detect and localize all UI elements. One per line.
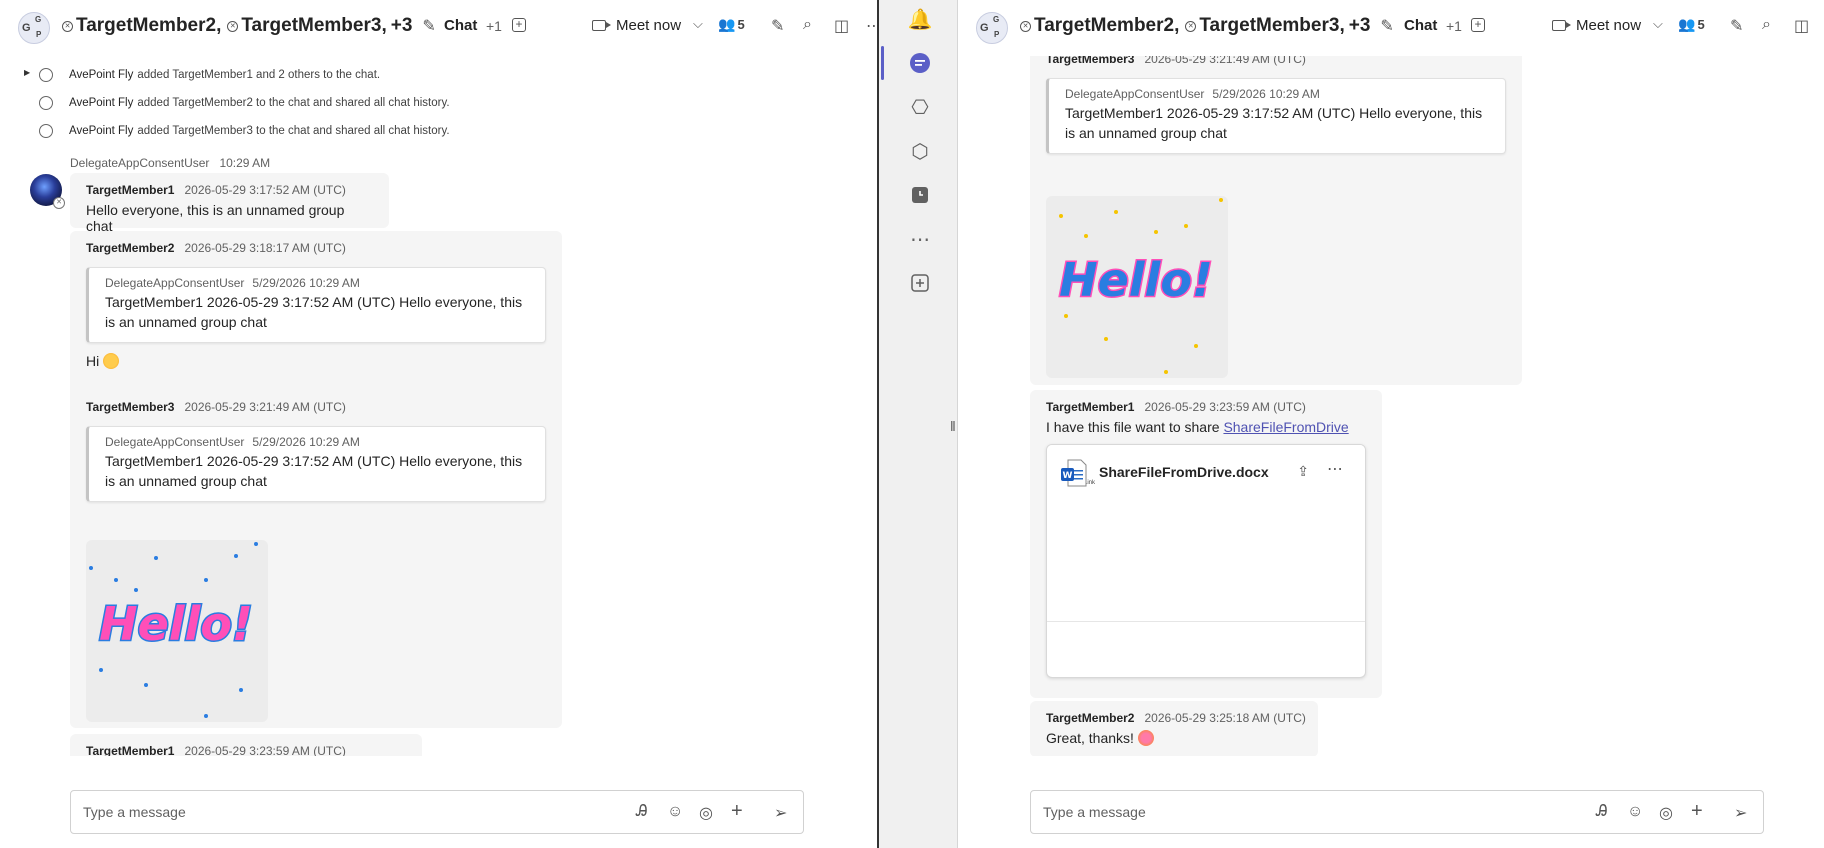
group-avatar[interactable]: G G P — [976, 12, 1008, 44]
add-member-icon — [39, 124, 53, 138]
search-icon[interactable]: ⌕ — [803, 16, 812, 34]
hugging-emoji-icon — [103, 353, 120, 369]
message-bubble[interactable]: TargetMember2 2026-05-29 3:25:18 AM (UTC)… — [1030, 701, 1318, 756]
participants-button[interactable]: 👥 5 — [718, 16, 745, 33]
add-tab-icon[interactable]: + — [1471, 18, 1485, 32]
format-icon[interactable]: Ꭿ — [636, 803, 648, 821]
quoted-message[interactable]: DelegateAppConsentUser 5/29/2026 10:29 AM… — [86, 426, 546, 502]
copilot-icon[interactable]: ⎔ — [905, 92, 935, 122]
meet-now-button[interactable]: Meet now — [592, 17, 681, 34]
tab-chat[interactable]: Chat — [1404, 17, 1437, 34]
sender-header: DelegateAppConsentUser 10:29 AM — [70, 156, 271, 170]
external-user-icon: ✕ — [62, 20, 73, 32]
message-composer[interactable]: Type a message Ꭿ ☺ ◎ + ➢ — [1030, 790, 1764, 834]
external-badge-icon: ✕ — [53, 197, 65, 209]
participants-button[interactable]: 👥 5 — [1678, 16, 1705, 33]
external-user-icon: ✕ — [227, 20, 239, 32]
emoji-icon[interactable]: ☺ — [1627, 803, 1643, 821]
calendar-icon[interactable] — [905, 180, 935, 210]
people-icon: 👥 — [1678, 16, 1696, 32]
message-bubble[interactable]: TargetMember1 2026-05-29 3:23:59 AM (UTC) — [70, 734, 422, 756]
pop-out-icon[interactable]: ✎ — [1730, 16, 1743, 36]
search-icon[interactable]: ⌕ — [1762, 16, 1771, 34]
svg-text:Hello!: Hello! — [1059, 253, 1213, 307]
file-name: ShareFileFromDrive.docx — [1099, 464, 1269, 480]
loop-icon[interactable]: ◎ — [1659, 803, 1673, 823]
quoted-message[interactable]: DelegateAppConsentUser 5/29/2026 10:29 AM… — [86, 267, 546, 343]
more-apps-icon[interactable]: ⋯ — [905, 224, 935, 254]
hello-sticker[interactable]: Hello! — [86, 540, 268, 722]
chat-title[interactable]: ✕ TargetMember2, ✕ TargetMember3, +3 ✎ — [60, 15, 436, 37]
expand-caret-icon[interactable]: ▶ — [24, 68, 30, 77]
loop-icon[interactable]: ◎ — [699, 803, 713, 823]
add-icon[interactable]: + — [1691, 800, 1703, 823]
chat-header: G G P ✕ TargetMember2, ✕ TargetMember3, … — [0, 0, 877, 56]
heart-emoji-icon — [1137, 730, 1154, 746]
side-panel-icon[interactable]: ◫ — [1794, 16, 1809, 36]
add-tab-icon[interactable]: + — [512, 18, 526, 32]
chat-header: G G P ✕ TargetMember2, ✕ TargetMember3, … — [958, 0, 1824, 56]
file-link[interactable]: ShareFileFromDrive — [1223, 419, 1348, 435]
svg-text:Hello!: Hello! — [99, 597, 253, 651]
avatar[interactable]: ✕ — [30, 174, 65, 209]
chevron-down-icon[interactable]: ⌵ — [1653, 16, 1663, 32]
video-camera-icon — [592, 20, 611, 31]
add-member-icon — [39, 68, 53, 82]
app-rail: 🔔 ⎔ ⬡ ⋯ — [877, 0, 958, 848]
pop-out-icon[interactable]: ✎ — [771, 16, 784, 36]
message-list[interactable]: TargetMember3 2026-05-29 3:21:49 AM (UTC)… — [958, 56, 1824, 756]
message-list[interactable]: ▶ AvePoint Fly added TargetMember1 and 2 … — [0, 56, 877, 756]
system-event: AvePoint Fly added TargetMember2 to the c… — [39, 96, 450, 110]
chat-icon[interactable] — [905, 48, 935, 78]
message-composer[interactable]: Type a message Ꭿ ☺ ◎ + ➢ — [70, 790, 804, 834]
add-apps-icon[interactable] — [905, 268, 935, 298]
tab-chat[interactable]: Chat — [444, 17, 477, 34]
video-camera-icon — [1552, 20, 1571, 31]
chat-pane-right: G G P ✕ TargetMember2, ✕ TargetMember3, … — [958, 0, 1824, 848]
pane-splitter-icon[interactable]: ‖ — [950, 418, 956, 434]
more-options-icon[interactable]: ⋯ — [866, 16, 877, 36]
emoji-icon[interactable]: ☺ — [667, 803, 683, 821]
external-user-icon: ✕ — [1185, 20, 1197, 32]
edit-pencil-icon[interactable]: ✎ — [422, 16, 435, 36]
send-icon[interactable]: ➢ — [774, 803, 787, 823]
more-options-icon[interactable]: ⋯ — [1327, 459, 1343, 479]
message-bubble[interactable]: TargetMember1 2026-05-29 3:17:52 AM (UTC)… — [70, 173, 389, 234]
chevron-down-icon[interactable]: ⌵ — [693, 16, 703, 32]
more-tabs[interactable]: +1 — [1446, 18, 1462, 34]
system-event: AvePoint Fly added TargetMember1 and 2 ot… — [39, 68, 380, 82]
add-icon[interactable]: + — [731, 800, 743, 823]
file-card[interactable]: Link W ShareFileFromDrive.docx ⇪ ⋯ — [1046, 444, 1366, 678]
svg-text:W: W — [1063, 471, 1073, 481]
sticker-graphic: Hello! — [1058, 198, 1223, 374]
system-event: AvePoint Fly added TargetMember3 to the c… — [39, 124, 450, 138]
word-file-icon: W — [1061, 459, 1087, 487]
teams-app-icon[interactable]: ⬡ — [905, 136, 935, 166]
chat-pane-left: G G P ✕ TargetMember2, ✕ TargetMember3, … — [0, 0, 877, 848]
quoted-message[interactable]: DelegateAppConsentUser 5/29/2026 10:29 AM… — [1046, 78, 1506, 154]
group-avatar[interactable]: G G P — [18, 12, 50, 44]
side-panel-icon[interactable]: ◫ — [834, 16, 849, 36]
edit-pencil-icon[interactable]: ✎ — [1380, 16, 1393, 36]
sticker-graphic: Hello! — [89, 542, 258, 718]
share-icon[interactable]: ⇪ — [1297, 463, 1309, 480]
bell-icon[interactable]: 🔔 — [905, 4, 935, 34]
people-icon: 👥 — [718, 16, 736, 32]
active-indicator — [881, 46, 884, 80]
add-member-icon — [39, 96, 53, 110]
chat-title[interactable]: ✕ TargetMember2, ✕ TargetMember3, +3 ✎ — [1018, 15, 1394, 37]
send-icon[interactable]: ➢ — [1734, 803, 1747, 823]
format-icon[interactable]: Ꭿ — [1596, 803, 1608, 821]
more-tabs[interactable]: +1 — [486, 18, 502, 34]
hello-sticker[interactable]: Hello! — [1046, 196, 1228, 378]
meet-now-button[interactable]: Meet now — [1552, 17, 1641, 34]
external-user-icon: ✕ — [1020, 20, 1031, 32]
